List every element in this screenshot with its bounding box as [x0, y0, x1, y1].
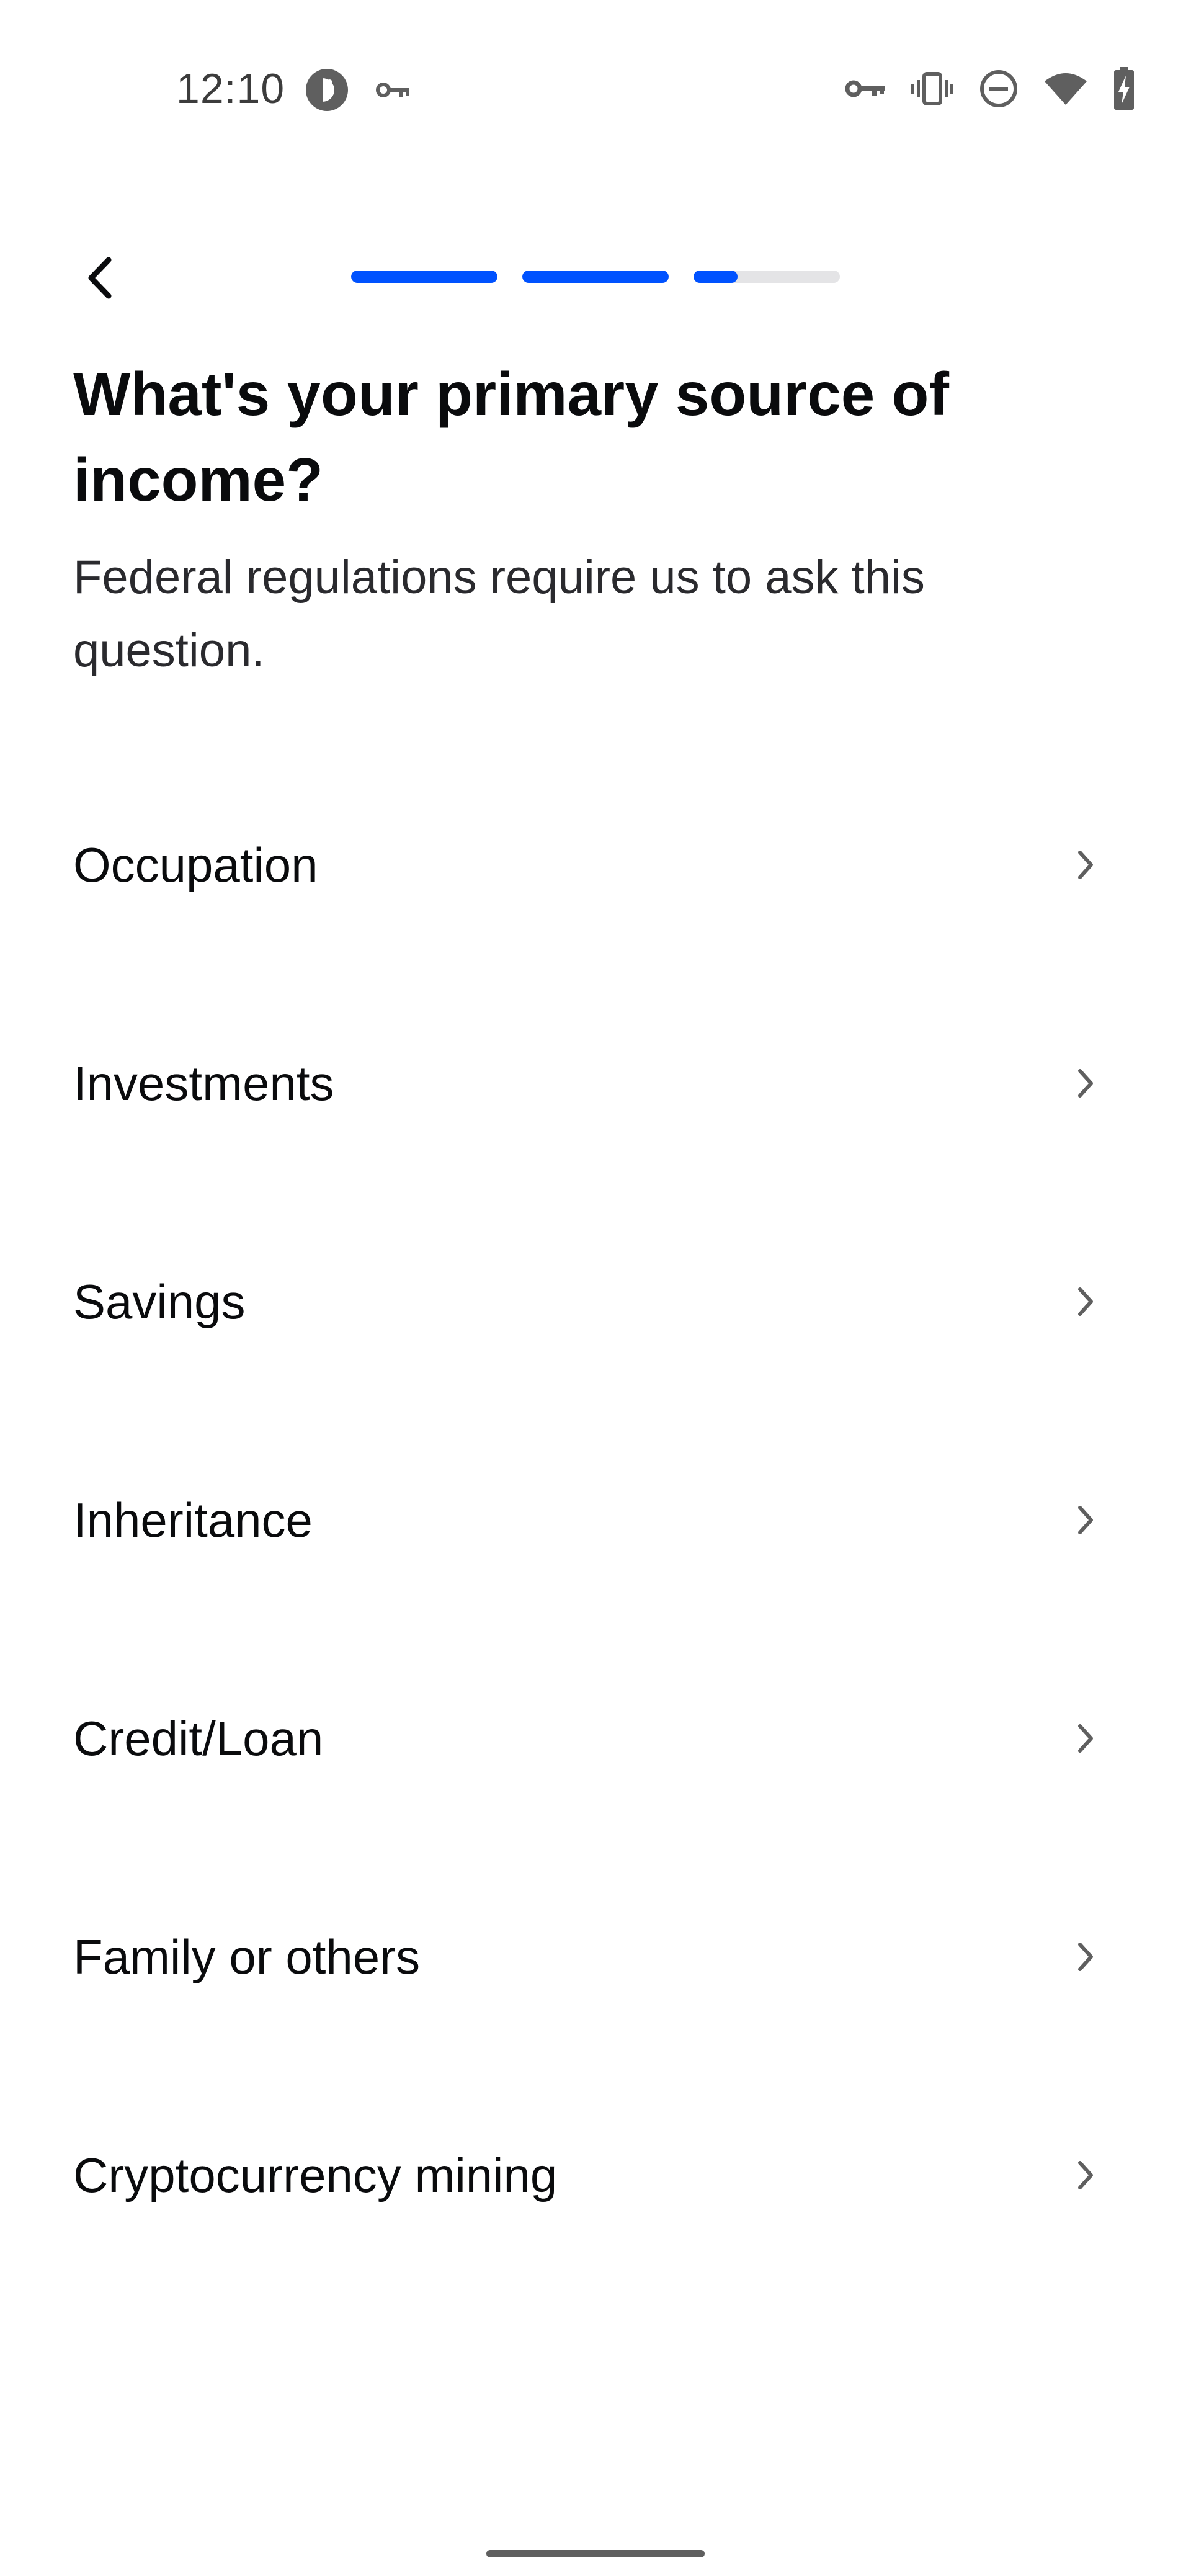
- chevron-right-icon: [1067, 1283, 1104, 1320]
- option-credit-loan[interactable]: Credit/Loan: [0, 1629, 1191, 1848]
- chevron-right-icon: [1067, 1938, 1104, 1975]
- page-subtitle: Federal regulations require us to ask th…: [73, 551, 925, 677]
- option-label: Cryptocurrency mining: [73, 2147, 558, 2203]
- progress-step-2-fill: [522, 271, 669, 283]
- vpn-key-icon: [845, 76, 886, 101]
- chevron-right-icon: [1067, 846, 1104, 883]
- progress-step-2: [522, 271, 669, 283]
- status-time: 12:10: [176, 65, 285, 112]
- option-cryptocurrency-mining[interactable]: Cryptocurrency mining: [0, 2066, 1191, 2284]
- option-label: Investments: [73, 1055, 334, 1111]
- option-label: Family or others: [73, 1929, 421, 1984]
- battery-charging-icon: [1113, 67, 1135, 110]
- chevron-right-icon: [1067, 2157, 1104, 2194]
- progress-step-1: [351, 271, 497, 283]
- back-button[interactable]: [68, 242, 130, 316]
- progress-step-1-fill: [351, 271, 497, 283]
- status-right-icons: [845, 67, 1135, 110]
- home-indicator[interactable]: [486, 2550, 705, 2557]
- progress-indicator: [351, 271, 840, 283]
- status-bar: 12:10: [0, 0, 1191, 186]
- option-label: Occupation: [73, 837, 318, 892]
- option-label: Inheritance: [73, 1492, 313, 1547]
- do-not-disturb-icon: [979, 69, 1019, 109]
- option-investments[interactable]: Investments: [0, 974, 1191, 1192]
- option-inheritance[interactable]: Inheritance: [0, 1411, 1191, 1629]
- option-occupation[interactable]: Occupation: [0, 756, 1191, 974]
- progress-step-3: [694, 271, 840, 283]
- chevron-right-icon: [1067, 1065, 1104, 1102]
- option-label: Credit/Loan: [73, 1711, 324, 1766]
- option-savings[interactable]: Savings: [0, 1192, 1191, 1411]
- vibrate-icon: [911, 71, 954, 106]
- option-family-or-others[interactable]: Family or others: [0, 1848, 1191, 2066]
- chevron-right-icon: [1067, 1720, 1104, 1757]
- chevron-left-icon: [84, 256, 115, 303]
- option-label: Savings: [73, 1274, 246, 1329]
- wifi-icon: [1043, 71, 1088, 106]
- status-left-icons: [304, 67, 411, 113]
- assistant-icon: [304, 67, 350, 113]
- page-title: What's your primary source of income?: [73, 360, 949, 514]
- progress-step-3-fill: [694, 271, 738, 283]
- chevron-right-icon: [1067, 1501, 1104, 1539]
- income-source-list: Occupation Investments Savings Inheritan…: [0, 756, 1191, 2284]
- vpn-key-icon: [376, 79, 411, 101]
